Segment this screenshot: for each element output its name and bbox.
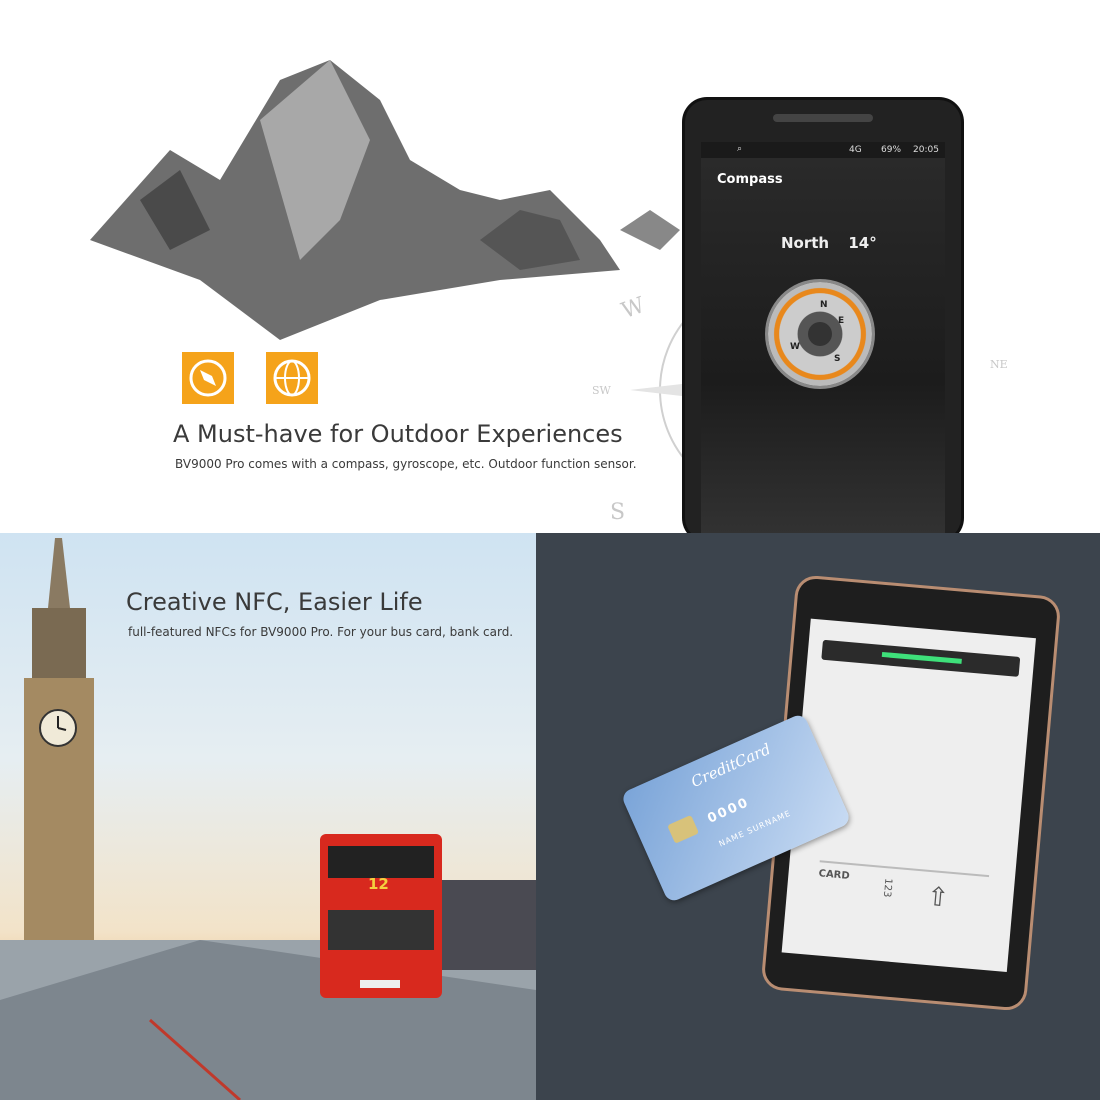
- nfc-headline: Creative NFC, Easier Life: [126, 588, 423, 616]
- bus-number: 12: [368, 875, 389, 893]
- nfc-phone-section: CARD 123 ⇧ CreditCard 0000 NAME SURNAME: [536, 533, 1100, 1100]
- nfc-subtext: full-featured NFCs for BV9000 Pro. For y…: [128, 625, 514, 639]
- dial-letter-e: E: [838, 316, 845, 326]
- nfc-section: 12 Creative NFC, Easier Life full-featur…: [0, 533, 536, 1100]
- street-illustration: [0, 880, 536, 1100]
- compass-knob: [808, 322, 832, 346]
- arrow-up-icon: ⇧: [925, 881, 951, 914]
- outdoor-subtext: BV9000 Pro comes with a compass, gyrosco…: [175, 457, 637, 471]
- search-icon: ⌕: [737, 144, 743, 154]
- card-slot-code: 123: [880, 877, 894, 898]
- app-title: Compass: [717, 172, 783, 187]
- card-insert-guide: CARD 123 ⇧: [814, 860, 990, 937]
- bus-illustration: [320, 834, 442, 998]
- rose-letter-sw: SW: [592, 384, 611, 397]
- rose-letter-s: S: [610, 500, 626, 525]
- degrees-label: 14°: [848, 234, 877, 252]
- rose-letter-ne: NE: [990, 358, 1008, 371]
- dial-letter-n: N: [820, 300, 828, 310]
- card-slot-label: CARD: [818, 868, 851, 882]
- compass-dial: E S W N: [768, 282, 872, 386]
- earpiece: [773, 114, 873, 122]
- compass-icon: [182, 352, 234, 404]
- status-bar: ⌕ 4G 69% 20:05: [701, 142, 945, 158]
- direction-label: North: [781, 234, 830, 252]
- status-network: 4G: [849, 145, 862, 155]
- phone-compass: ⌕ 4G 69% 20:05 Compass North 14° E S W N: [685, 100, 961, 533]
- globe-icon: [266, 352, 318, 404]
- status-battery: 69%: [881, 145, 902, 155]
- compass-readout: North 14°: [781, 234, 877, 252]
- status-time: 20:05: [913, 145, 939, 155]
- card-reader-slot: [821, 639, 1021, 677]
- card-chip: [667, 814, 700, 844]
- card-number: 0000: [705, 794, 752, 827]
- card-brand: CreditCard: [688, 739, 774, 791]
- reader-light: [881, 651, 962, 664]
- phone-screen: ⌕ 4G 69% 20:05 Compass North 14° E S W N: [701, 142, 945, 533]
- outdoor-headline: A Must-have for Outdoor Experiences: [173, 420, 623, 448]
- outdoor-section: W SW S NE A Must-have for Outdoor Experi…: [0, 0, 1100, 533]
- dial-letter-w: W: [790, 342, 800, 352]
- dial-letter-s: S: [834, 354, 841, 364]
